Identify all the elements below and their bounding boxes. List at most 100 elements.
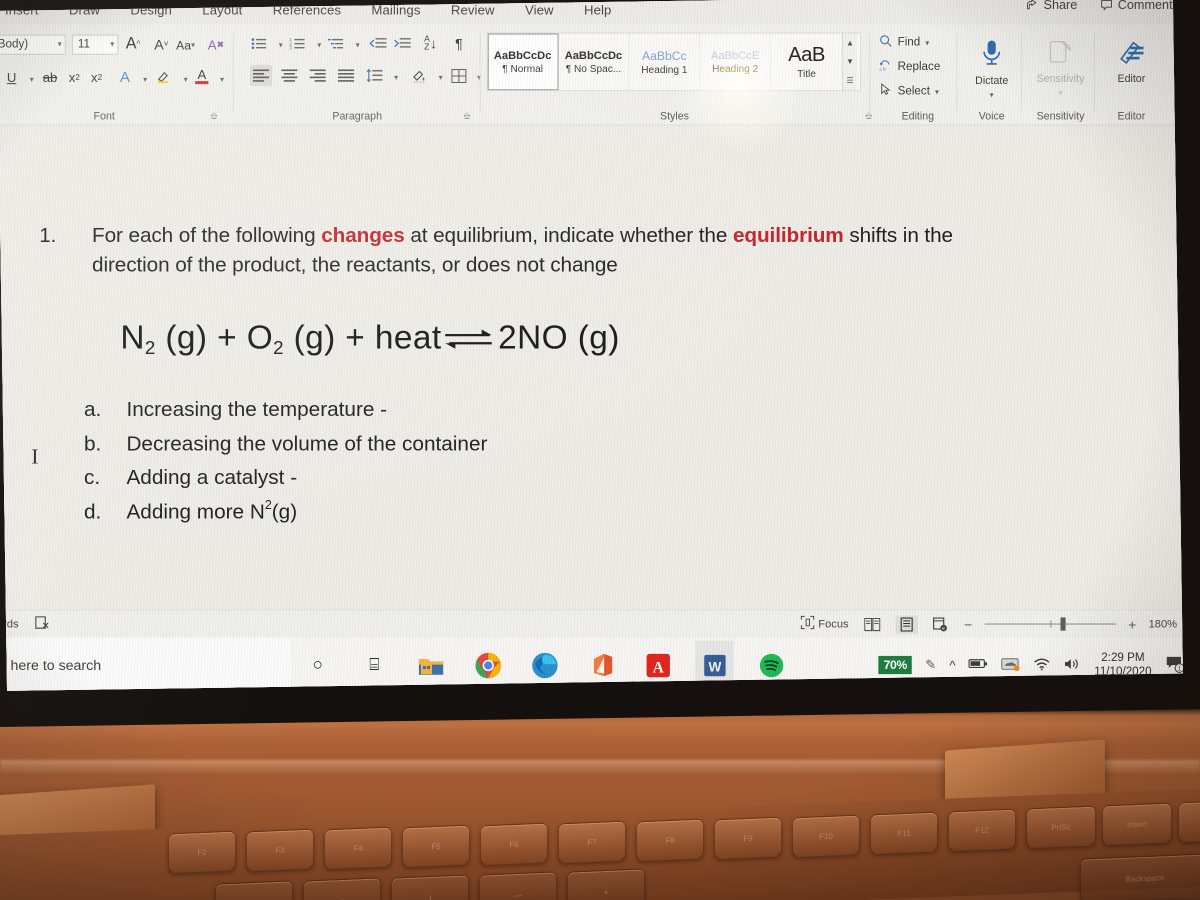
word-icon[interactable]: W [699, 650, 729, 680]
more-styles-icon[interactable]: ☰ [846, 76, 853, 85]
multilevel-list-dropdown[interactable]: ▾ [347, 35, 368, 56]
font-color-dropdown[interactable]: ▾ [211, 69, 232, 90]
style-normal[interactable]: AaBbCcDc ¶ Normal [487, 33, 559, 91]
text-effects-button[interactable]: A [114, 67, 135, 88]
clock[interactable]: 2:29 PM 11/10/2020 [1094, 650, 1151, 679]
tab-mailings[interactable]: Mailings [365, 0, 426, 20]
replace-button[interactable]: bc Replace [879, 59, 940, 75]
zoom-percent-label[interactable]: 180% [1149, 618, 1181, 630]
key-prtsc[interactable]: PrtSc [1026, 805, 1096, 849]
office-icon[interactable] [586, 650, 616, 680]
chevron-down-icon[interactable]: ▾ [1058, 88, 1062, 97]
tab-insert[interactable]: Insert [0, 0, 45, 20]
key-delete[interactable]: Delete [1178, 799, 1200, 843]
font-size-combo[interactable]: 11 ▾ [71, 34, 119, 55]
change-case-button[interactable]: Aa ▾ [175, 35, 196, 56]
edge-icon[interactable] [529, 650, 559, 680]
styles-gallery-scroll[interactable]: ▲ ▼ ☰ [841, 33, 858, 91]
key-f6[interactable]: F6 [480, 822, 548, 866]
find-button[interactable]: Find ▾ [879, 35, 929, 51]
key-f4[interactable]: F4 [324, 826, 392, 870]
tab-review[interactable]: Review [445, 0, 501, 20]
battery-icon[interactable] [968, 657, 988, 673]
tab-layout[interactable]: Layout [196, 0, 248, 20]
task-view-icon[interactable]: ⌸ [359, 650, 389, 680]
style-heading-2[interactable]: AaBbCcE Heading 2 [700, 33, 772, 91]
key-f5[interactable]: F5 [402, 824, 470, 868]
accessibility-icon[interactable] [35, 615, 50, 632]
key-asterisk[interactable]: * [215, 880, 293, 900]
justify-button[interactable] [335, 65, 357, 86]
line-spacing-button[interactable] [363, 65, 384, 86]
wifi-icon[interactable] [1033, 656, 1050, 673]
shading-button[interactable] [408, 65, 429, 86]
dictate-button[interactable]: Dictate ▾ [960, 33, 1023, 108]
scroll-up-icon[interactable]: ▲ [846, 38, 854, 47]
text-highlight-button[interactable] [153, 66, 174, 87]
line-spacing-dropdown[interactable]: ▾ [386, 67, 407, 88]
sort-button[interactable]: A Z ↓ [420, 33, 441, 54]
editor-button[interactable]: Editor [1100, 33, 1163, 108]
zoom-thumb[interactable] [1060, 617, 1066, 631]
style-title[interactable]: AaB Title [771, 34, 842, 91]
shrink-font-button[interactable]: A ˅ [151, 34, 172, 55]
select-button[interactable]: Select ▾ [879, 83, 939, 99]
styles-dialog-launcher[interactable]: ⎒ [865, 110, 872, 121]
underline-button[interactable]: U [1, 67, 22, 88]
document-page[interactable]: I 1. For each of the following changes a… [0, 125, 1183, 610]
multilevel-list-button[interactable] [325, 33, 346, 54]
spotify-icon[interactable] [756, 650, 786, 680]
align-center-button[interactable] [278, 65, 300, 86]
chrome-icon[interactable] [473, 650, 503, 680]
tab-view[interactable]: View [519, 0, 560, 20]
key-backspace[interactable]: Backspace [1080, 853, 1200, 900]
tab-design[interactable]: Design [124, 0, 178, 20]
scroll-down-icon[interactable]: ▼ [846, 57, 854, 66]
volume-icon[interactable] [1064, 656, 1081, 673]
align-left-button[interactable] [249, 64, 273, 87]
onedrive-icon[interactable] [1001, 656, 1020, 673]
key-f3[interactable]: F3 [246, 828, 314, 872]
word-count-label[interactable]: ords [0, 618, 19, 630]
pen-tray-icon[interactable]: ✎ [925, 657, 936, 673]
tab-references[interactable]: References [267, 0, 347, 20]
increase-indent-button[interactable] [392, 33, 413, 54]
adobe-acrobat-icon[interactable]: A [643, 650, 673, 680]
numbering-button[interactable]: 123 [286, 33, 307, 54]
key-f11[interactable]: F11 [870, 811, 938, 855]
superscript-button[interactable]: x2 [86, 67, 107, 88]
key-paren-open[interactable]: ( [303, 877, 381, 900]
chevron-down-icon[interactable]: ▾ [990, 90, 994, 99]
borders-button[interactable] [448, 65, 469, 86]
notifications-icon[interactable]: 1 [1165, 654, 1183, 675]
zoom-slider[interactable] [984, 617, 1116, 631]
show-formatting-marks-button[interactable]: ¶ [448, 33, 469, 54]
focus-button[interactable]: Focus [800, 615, 849, 632]
tab-draw[interactable]: Draw [63, 0, 106, 20]
show-hidden-icons-chevron[interactable]: ^ [949, 657, 955, 672]
document-canvas[interactable]: I 1. For each of the following changes a… [0, 125, 1183, 610]
zoom-in-button[interactable]: + [1128, 616, 1136, 632]
key-minus[interactable]: — [479, 871, 557, 900]
style-no-spacing[interactable]: AaBbCcDc ¶ No Spac... [558, 33, 630, 91]
print-layout-button[interactable] [895, 614, 918, 634]
zoom-out-button[interactable]: − [964, 616, 972, 632]
font-name-combo[interactable]: (Body) ▾ [0, 34, 66, 55]
font-color-button[interactable]: A [191, 65, 212, 86]
bullets-button[interactable] [248, 33, 269, 54]
share-button[interactable]: Share [1025, 0, 1077, 14]
key-f2[interactable]: F2 [168, 830, 236, 874]
key-paren-close[interactable]: ) [391, 874, 469, 900]
read-mode-button[interactable] [861, 615, 883, 633]
search-input[interactable]: pe here to search [0, 637, 291, 691]
file-explorer-icon[interactable] [416, 650, 446, 680]
key-f8[interactable]: F8 [636, 818, 704, 862]
key-f12[interactable]: F12 [948, 808, 1016, 852]
clear-formatting-icon[interactable]: A ✖ [205, 35, 226, 56]
align-right-button[interactable] [307, 65, 329, 86]
font-dialog-launcher[interactable]: ⎒ [210, 110, 217, 121]
key-f9[interactable]: F9 [714, 816, 782, 860]
sensitivity-button[interactable]: Sensitivity ▾ [1029, 33, 1092, 108]
grow-font-button[interactable]: A ^ [122, 34, 143, 55]
style-heading-1[interactable]: AaBbCc Heading 1 [629, 33, 701, 91]
